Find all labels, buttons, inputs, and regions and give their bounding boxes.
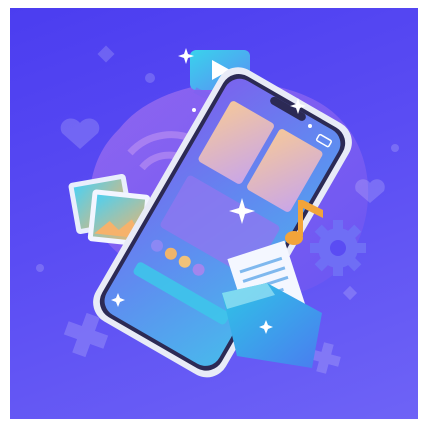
dot-shape bbox=[36, 264, 44, 272]
gear-icon bbox=[310, 220, 366, 276]
diamond-shape bbox=[342, 285, 358, 301]
illustration-svg bbox=[36, 45, 399, 378]
diamond-shape bbox=[97, 45, 115, 63]
heart-icon bbox=[60, 118, 100, 149]
dot-shape bbox=[391, 144, 399, 152]
dot-shape bbox=[145, 73, 155, 83]
illustration-canvas bbox=[10, 8, 418, 419]
